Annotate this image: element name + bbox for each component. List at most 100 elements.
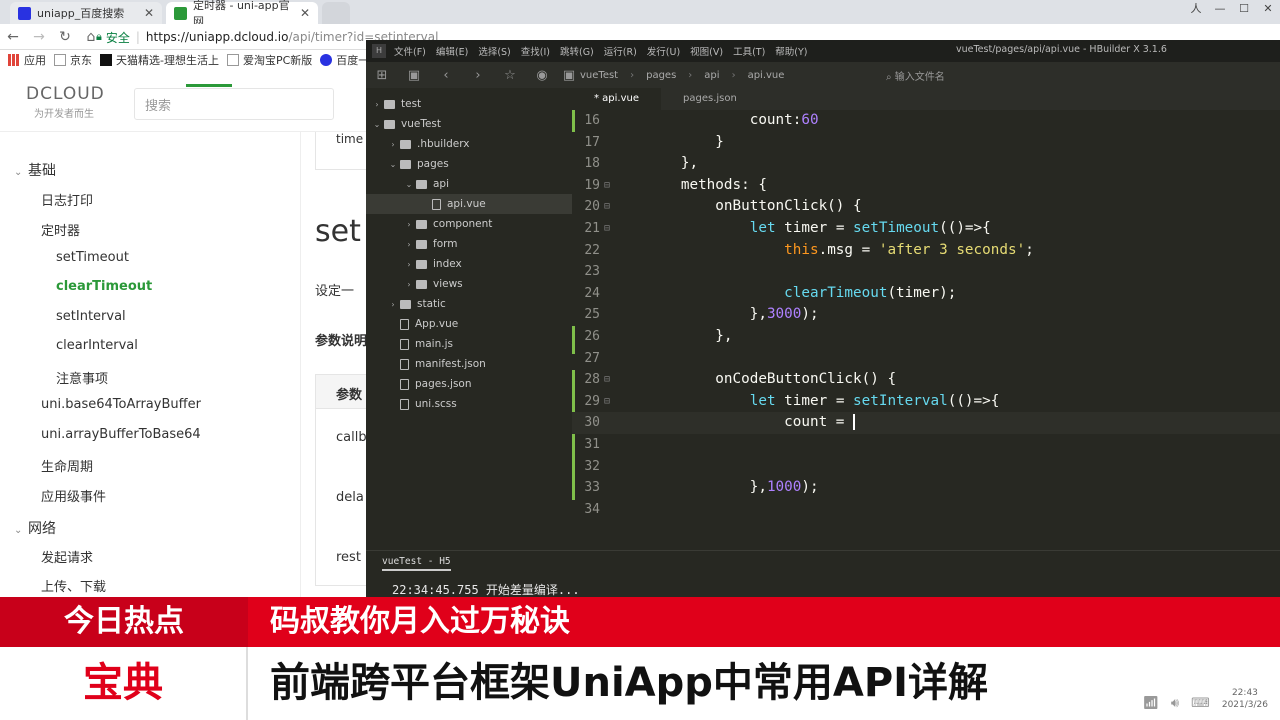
menu-item[interactable]: 选择(S) [478,44,510,58]
bookmark-tmall[interactable]: 天猫精选-理想生活上 [100,52,219,68]
minimize-icon[interactable]: — [1208,0,1232,18]
tree-item[interactable]: › views [366,274,572,294]
folder-icon [416,239,427,249]
fold-icon[interactable]: ⊟ [604,369,610,391]
sidebar-item[interactable]: 日志打印 [41,190,93,209]
sidebar-item[interactable]: clearTimeout [56,279,152,294]
sidebar-item[interactable]: 应用级事件 [41,486,106,505]
dcloud-logo[interactable]: DCLOUD [26,84,105,104]
code-line: 30 count = [572,412,1280,434]
menu-item[interactable]: 帮助(Y) [775,44,807,58]
close-tab-icon[interactable]: ✕ [300,6,310,20]
tab-pages-json[interactable]: pages.json [661,88,759,110]
baidu-favicon-icon [18,6,31,20]
tree-item[interactable]: pages.json [366,374,572,394]
sidebar-item[interactable]: uni.arrayBufferToBase64 [41,427,201,442]
sidebar-group[interactable]: ⌄ 基础 [14,160,56,180]
breadcrumb-item[interactable]: pages [646,70,676,81]
tree-item[interactable]: › component [366,214,572,234]
menu-item[interactable]: 编辑(E) [436,44,468,58]
chevron-down-icon: ⌄ [14,167,23,178]
tree-item[interactable]: main.js [366,334,572,354]
sidebar-item[interactable]: 发起请求 [41,547,93,566]
sidebar-item[interactable]: 定时器 [41,220,80,239]
code-text: onCodeButtonClick() { [612,371,897,388]
bookmark-jd[interactable]: 京东 [54,52,92,68]
hbuilderx-window: H 文件(F) 编辑(E) 选择(S) 查找(I) 跳转(G) 运行(R) 发行(U) 视图(… [366,40,1280,600]
menu-item[interactable]: 文件(F) [394,44,426,58]
line-number: 30 [584,415,600,431]
sidebar-item[interactable]: uni.base64ToArrayBuffer [41,397,201,412]
breadcrumb-item[interactable]: vueTest [580,70,618,81]
code-text: methods: { [612,176,767,193]
tree-item[interactable]: api.vue [366,194,572,214]
tree-item[interactable]: App.vue [366,314,572,334]
bookmark-aitaobao[interactable]: 爱淘宝PC新版 [226,52,312,68]
ime-icon[interactable]: ⌨ [1191,696,1210,711]
sidebar-group[interactable]: ⌄ 网络 [14,518,56,538]
fold-icon[interactable]: ⊟ [604,218,610,240]
code-editor[interactable]: 16 count:60 17 } 18 }, 19 ⊟ methods: {20 ⊟ on… [572,110,1280,538]
forward-icon[interactable]: → [26,29,52,45]
browser-tab-baidu[interactable]: uniapp_百度搜索 ✕ [10,2,162,24]
star-icon[interactable]: ☆ [494,68,526,83]
fold-icon[interactable]: ⊟ [604,391,610,413]
sidebar-item[interactable]: 生命周期 [41,456,93,475]
tab-api-vue[interactable]: * api.vue [572,88,662,110]
profile-icon[interactable]: 人 [1184,0,1208,18]
breadcrumb-item[interactable]: api [704,70,719,81]
breadcrumb-item[interactable]: api.vue [748,70,785,81]
tree-item[interactable]: uni.scss [366,394,572,414]
save-icon[interactable]: ▣ [398,68,430,83]
site-search-input[interactable]: 搜索 [134,88,334,120]
bookmark-baidu[interactable]: 百度一 [320,52,369,68]
sidebar-item[interactable]: clearInterval [56,338,138,353]
menu-item[interactable]: 工具(T) [733,44,765,58]
browser-tab-uniapp[interactable]: 定时器 - uni-app官网 ✕ [166,0,318,28]
baidu-icon [320,54,333,66]
tree-item[interactable]: ⌄ pages [366,154,572,174]
run-icon[interactable]: ◉ [526,68,558,83]
tree-item[interactable]: › form [366,234,572,254]
back-icon[interactable]: ← [0,29,26,45]
wifi-icon[interactable]: 📶︎ [1142,696,1159,711]
menu-item[interactable]: 查找(I) [521,44,550,58]
console-tab[interactable]: vueTest - H5 [382,556,451,571]
tree-item[interactable]: › index [366,254,572,274]
new-tab-button[interactable] [322,2,350,24]
sidebar-item[interactable]: setTimeout [56,250,129,265]
fold-icon[interactable]: ⊟ [604,175,610,197]
url-host: https://uniapp.dcloud.io [145,30,289,44]
tree-item[interactable]: ⌄ api [366,174,572,194]
banner-headline: 码叔教你月入过万秘诀 [270,604,570,639]
forward-icon[interactable]: › [462,68,494,83]
sidebar-item[interactable]: 上传、下载 [41,576,106,595]
bookmark-apps[interactable]: 应用 [8,52,46,68]
new-file-icon[interactable]: ⊞ [366,68,398,83]
file-search-input[interactable]: ⌕ 输入文件名 [886,68,945,83]
menu-item[interactable]: 视图(V) [690,44,723,58]
reload-icon[interactable]: ↻ [52,29,78,45]
menu-item[interactable]: 跳转(G) [560,44,594,58]
maximize-icon[interactable]: ☐ [1232,0,1256,18]
menu-item[interactable]: 发行(U) [647,44,680,58]
chevron-right-icon: › [375,99,379,109]
tree-item[interactable]: › static [366,294,572,314]
taskbar-clock[interactable]: 22:43 2021/3/26 [1222,687,1268,711]
line-number: 19 [584,177,600,193]
tree-item[interactable]: manifest.json [366,354,572,374]
back-icon[interactable]: ‹ [430,68,462,83]
sidebar-item[interactable]: setInterval [56,309,126,324]
sidebar-item[interactable]: 注意事项 [56,368,108,387]
line-number: 34 [584,501,600,517]
close-tab-icon[interactable]: ✕ [144,6,154,20]
table-row: dela [336,490,364,505]
close-window-icon[interactable]: ✕ [1256,0,1280,18]
tree-item[interactable]: ⌄ vueTest [366,114,572,134]
code-line: 29 ⊟ let timer = setInterval(()=>{ [572,391,1280,413]
tree-item[interactable]: › .hbuilderx [366,134,572,154]
menu-item[interactable]: 运行(R) [604,44,637,58]
volume-icon[interactable]: 🔊︎ [1171,696,1179,711]
tree-item[interactable]: › test [366,94,572,114]
fold-icon[interactable]: ⊟ [604,196,610,218]
